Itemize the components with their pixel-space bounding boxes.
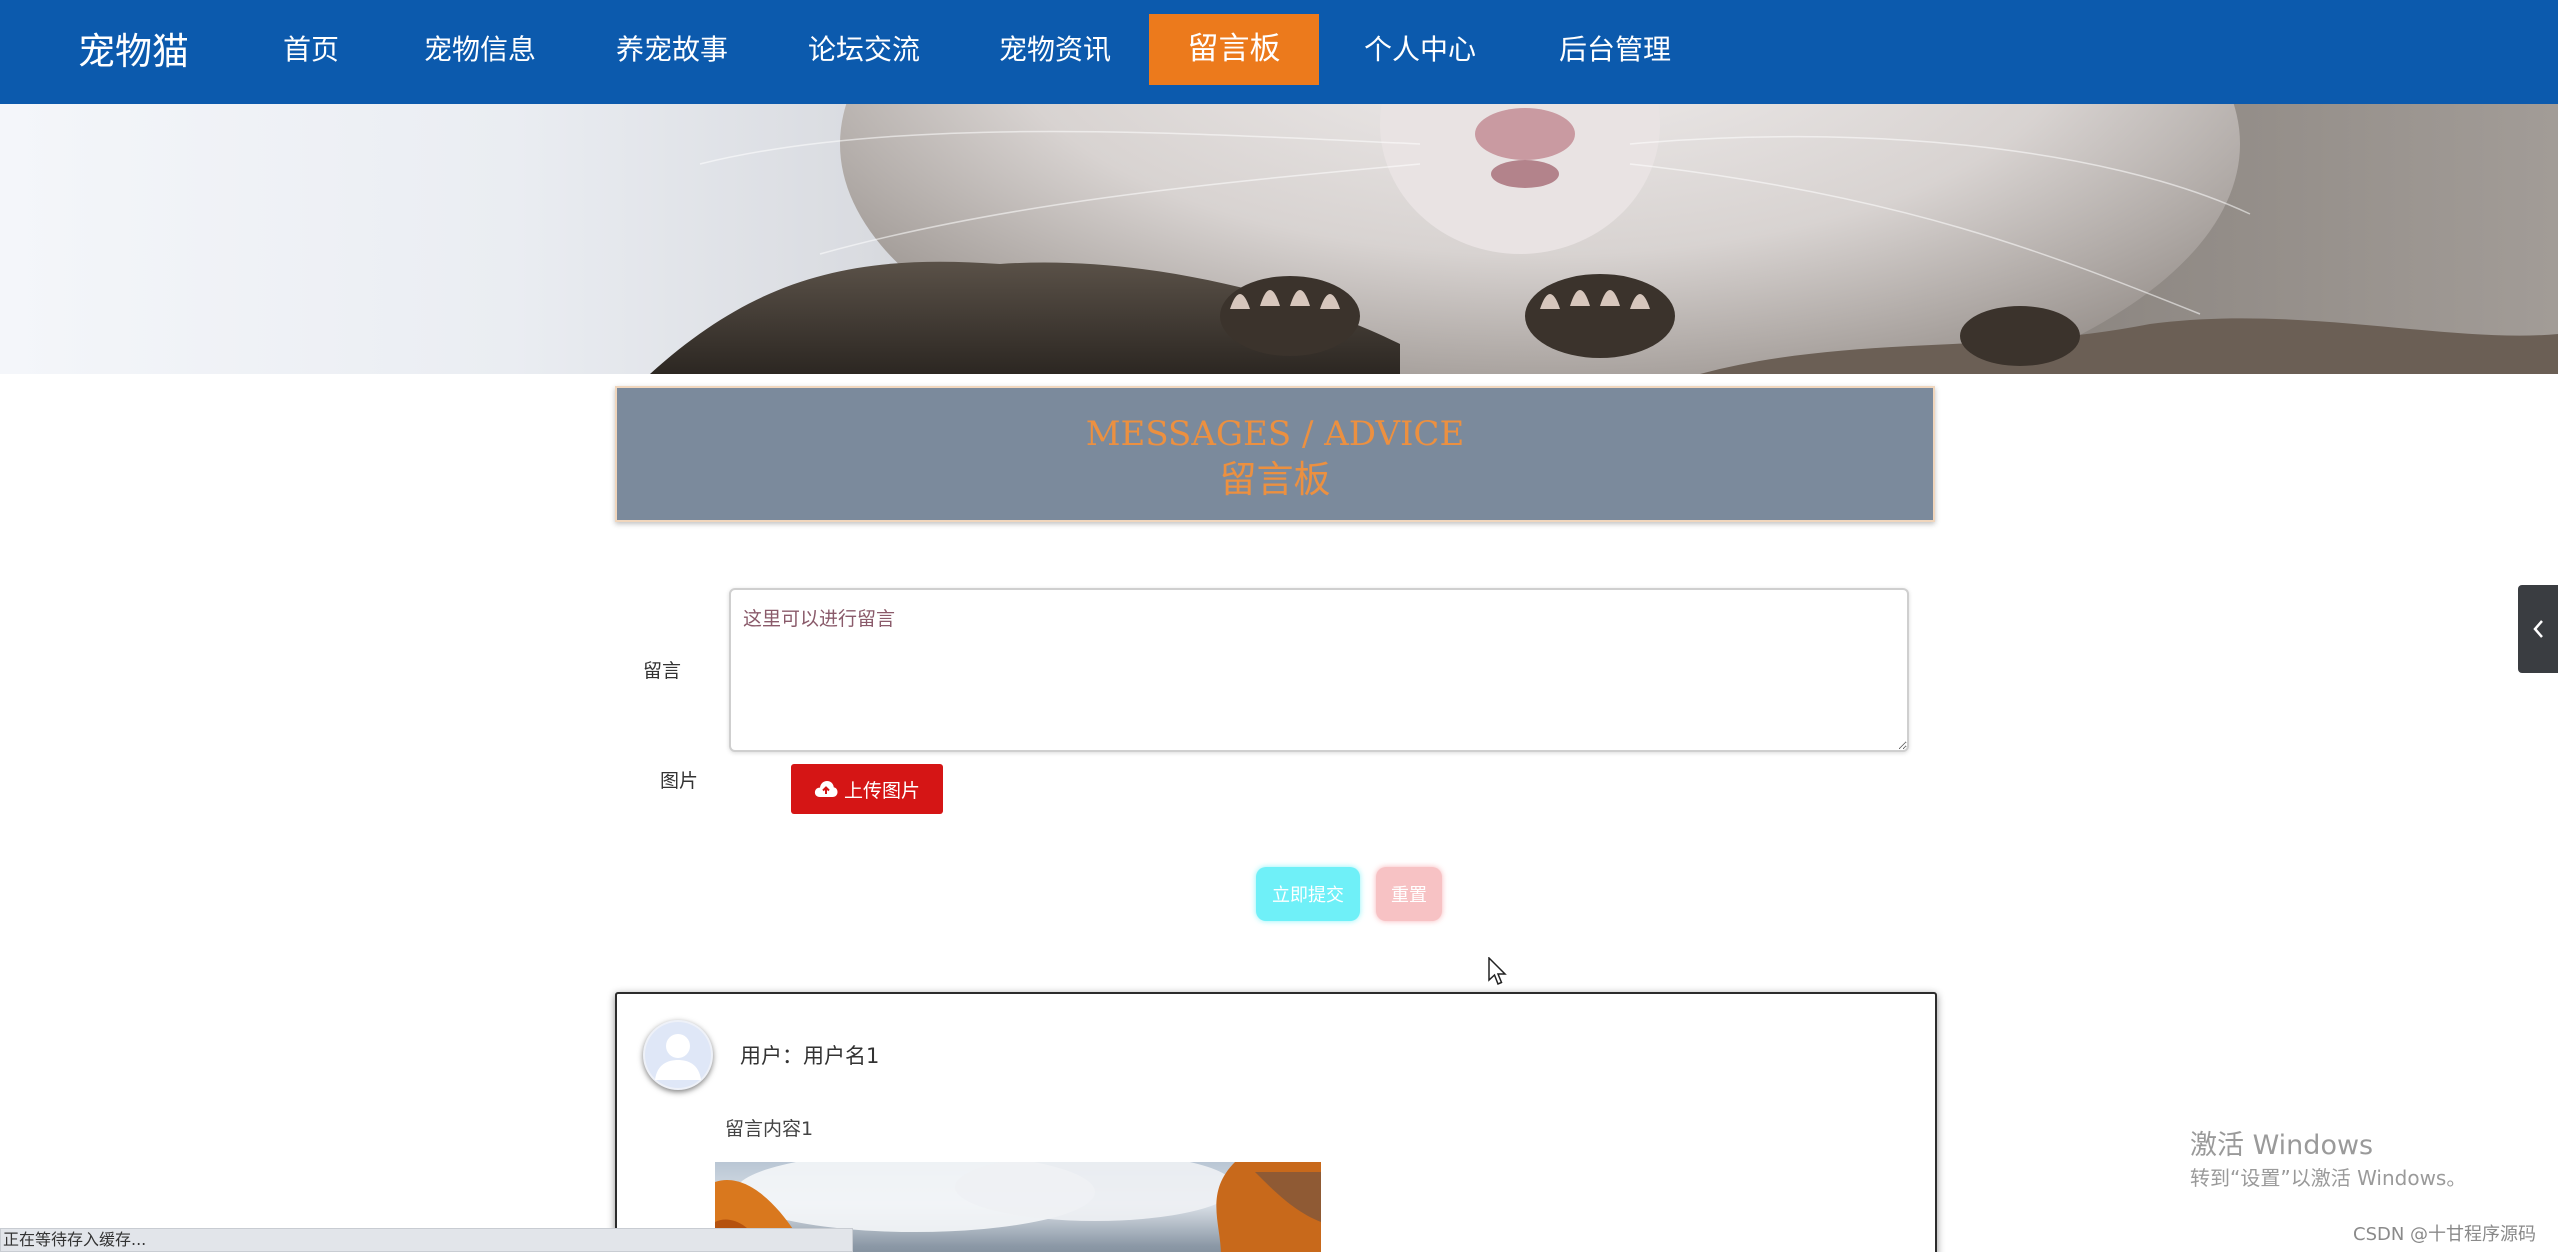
browser-status-bar: 正在等待存入缓存... [0, 1228, 853, 1252]
brand-logo[interactable]: 宠物猫 [78, 24, 189, 80]
message-label: 留言 [643, 660, 682, 682]
avatar [643, 1020, 713, 1090]
banner-hamster-image [650, 104, 2558, 374]
message-textarea[interactable] [729, 588, 1909, 752]
activation-subtitle: 转到“设置”以激活 Windows。 [2190, 1166, 2467, 1190]
upload-image-button[interactable]: 上传图片 [791, 764, 943, 814]
nav-item-pet-stories[interactable]: 养宠故事 [598, 14, 746, 85]
image-label: 图片 [660, 770, 699, 792]
nav-item-pet-news[interactable]: 宠物资讯 [981, 14, 1129, 85]
windows-activation-notice: 激活 Windows 转到“设置”以激活 Windows。 [2190, 1128, 2466, 1192]
message-content: 留言内容1 [725, 1118, 814, 1140]
activation-title: 激活 Windows [2190, 1130, 2374, 1161]
message-card: 用户：用户名1 留言内容1 [615, 992, 1937, 1252]
submit-button[interactable]: 立即提交 [1256, 867, 1360, 921]
user-avatar-icon [645, 1022, 711, 1088]
banner-carousel[interactable] [0, 104, 2558, 374]
nav-item-pet-info[interactable]: 宠物信息 [406, 14, 554, 85]
message-user-prefix: 用户： [740, 1044, 803, 1068]
nav-item-admin[interactable]: 后台管理 [1541, 14, 1689, 85]
message-username: 用户：用户名1 [740, 1040, 879, 1070]
csdn-watermark: CSDN @十甘程序源码 [2353, 1224, 2537, 1245]
side-panel-toggle[interactable] [2518, 585, 2558, 673]
reset-button[interactable]: 重置 [1376, 867, 1442, 921]
section-title-en: MESSAGES / ADVICE [1085, 414, 1465, 454]
message-user-name: 用户名1 [803, 1044, 880, 1068]
nav-item-home[interactable]: 首页 [262, 14, 360, 85]
section-title-cn: 留言板 [1219, 458, 1331, 501]
top-navbar: 宠物猫 首页 宠物信息 养宠故事 论坛交流 宠物资讯 留言板 个人中心 后台管理 [0, 0, 2558, 104]
nav-item-message-board[interactable]: 留言板 [1149, 14, 1319, 85]
mouse-cursor-icon [1488, 957, 1507, 985]
cloud-upload-icon [814, 781, 838, 797]
section-title-box: MESSAGES / ADVICE 留言板 [615, 386, 1935, 522]
chevron-left-icon [2533, 620, 2543, 638]
nav-item-user-center[interactable]: 个人中心 [1346, 14, 1494, 85]
nav-item-forum[interactable]: 论坛交流 [790, 14, 938, 85]
upload-image-label: 上传图片 [843, 780, 920, 802]
